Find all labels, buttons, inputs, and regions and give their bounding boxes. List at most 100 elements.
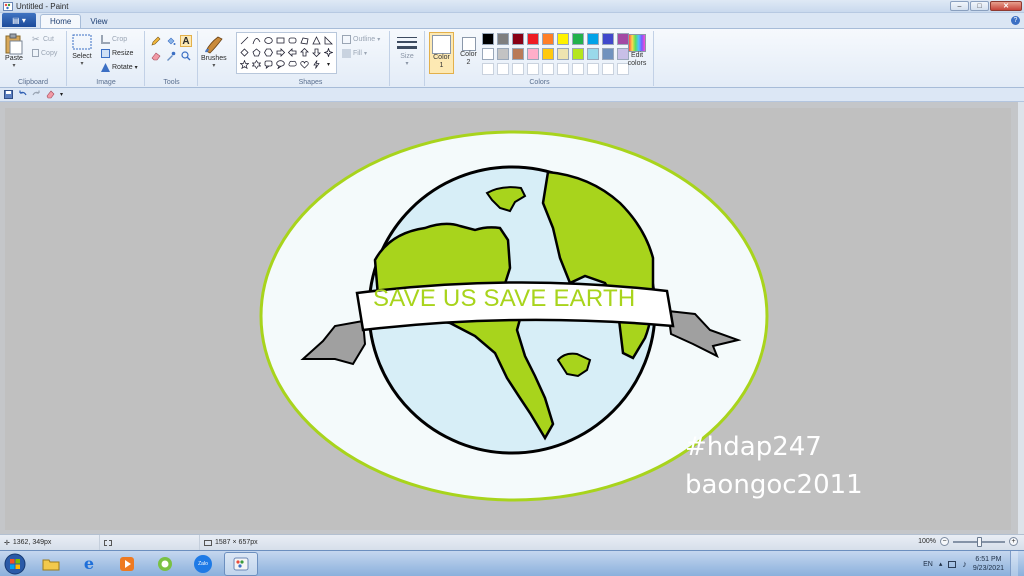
palette-swatch[interactable]: [557, 48, 569, 60]
palette-swatch[interactable]: [572, 63, 584, 75]
palette-swatch[interactable]: [542, 33, 554, 45]
palette-swatch[interactable]: [497, 33, 509, 45]
fill-dropdown-icon[interactable]: ▾: [364, 50, 367, 57]
oval-callout-shape[interactable]: [275, 58, 286, 70]
minimize-button[interactable]: –: [950, 1, 969, 11]
tab-view[interactable]: View: [81, 14, 116, 28]
palette-swatch[interactable]: [482, 48, 494, 60]
cloud-callout-shape[interactable]: [287, 58, 298, 70]
up-arrow-shape[interactable]: [299, 46, 310, 58]
taskbar-ie[interactable]: e: [72, 552, 106, 576]
palette-swatch[interactable]: [527, 48, 539, 60]
palette-swatch[interactable]: [587, 33, 599, 45]
hexagon-shape[interactable]: [263, 46, 274, 58]
outline-dropdown-icon[interactable]: ▾: [377, 36, 380, 43]
color2-button[interactable]: Color 2: [456, 32, 481, 74]
rectangle-shape[interactable]: [275, 34, 286, 46]
curve-shape[interactable]: [251, 34, 262, 46]
palette-swatch[interactable]: [542, 63, 554, 75]
down-arrow-shape[interactable]: [311, 46, 322, 58]
right-arrow-shape[interactable]: [275, 46, 286, 58]
size-button[interactable]: Size ▾: [396, 35, 418, 67]
zoom-in-button[interactable]: +: [1009, 537, 1018, 546]
palette-swatch[interactable]: [602, 63, 614, 75]
palette-swatch[interactable]: [527, 63, 539, 75]
select-dropdown-icon[interactable]: ▾: [80, 60, 83, 67]
copy-button[interactable]: Copy: [32, 49, 57, 57]
magnifier-tool[interactable]: [180, 50, 192, 62]
volume-icon[interactable]: ♪: [962, 559, 967, 569]
four-point-star-shape[interactable]: [323, 46, 334, 58]
taskbar-zalo[interactable]: Zalo: [186, 552, 220, 576]
palette-swatch[interactable]: [542, 48, 554, 60]
palette-swatch[interactable]: [602, 33, 614, 45]
vertical-scrollbar[interactable]: [1018, 102, 1024, 534]
maximize-button[interactable]: □: [970, 1, 989, 11]
show-desktop-button[interactable]: [1010, 551, 1018, 576]
zoom-out-button[interactable]: −: [940, 537, 949, 546]
rotate-button[interactable]: Rotate ▾: [101, 63, 138, 72]
diamond-shape[interactable]: [239, 46, 250, 58]
palette-swatch[interactable]: [557, 33, 569, 45]
color-picker-tool[interactable]: [165, 50, 177, 62]
shapes-more-button[interactable]: ▾: [323, 58, 334, 70]
tab-home[interactable]: Home: [40, 14, 82, 28]
triangle-shape[interactable]: [311, 34, 322, 46]
polygon-shape[interactable]: [299, 34, 310, 46]
palette-swatch[interactable]: [497, 63, 509, 75]
palette-swatch[interactable]: [512, 33, 524, 45]
clock[interactable]: 6:51 PM 9/23/2021: [973, 555, 1004, 573]
eraser-quick-icon[interactable]: [46, 90, 55, 99]
crop-button[interactable]: Crop: [101, 35, 127, 44]
size-dropdown-icon[interactable]: ▾: [405, 60, 408, 67]
paste-button[interactable]: Paste ▾: [4, 33, 24, 69]
palette-swatch[interactable]: [587, 48, 599, 60]
pencil-tool[interactable]: [150, 35, 162, 47]
oval-shape[interactable]: [263, 34, 274, 46]
left-arrow-shape[interactable]: [287, 46, 298, 58]
close-button[interactable]: ✕: [990, 1, 1022, 11]
palette-swatch[interactable]: [572, 48, 584, 60]
rounded-callout-shape[interactable]: [263, 58, 274, 70]
palette-swatch[interactable]: [482, 63, 494, 75]
palette-swatch[interactable]: [512, 63, 524, 75]
start-button[interactable]: [0, 551, 30, 576]
outline-button[interactable]: Outline ▾: [342, 35, 380, 44]
text-tool[interactable]: A: [180, 35, 192, 47]
help-icon[interactable]: ?: [1011, 16, 1020, 25]
customize-qat-icon[interactable]: ▾: [60, 91, 63, 98]
rounded-rectangle-shape[interactable]: [287, 34, 298, 46]
network-icon[interactable]: [948, 560, 957, 568]
lightning-shape[interactable]: [311, 58, 322, 70]
palette-swatch[interactable]: [602, 48, 614, 60]
brushes-button[interactable]: Brushes ▾: [201, 33, 227, 69]
taskbar-paint[interactable]: [224, 551, 258, 576]
paste-dropdown-icon[interactable]: ▾: [12, 62, 15, 69]
palette-swatch[interactable]: [512, 48, 524, 60]
palette-swatch[interactable]: [557, 63, 569, 75]
redo-icon[interactable]: [32, 90, 41, 99]
select-button[interactable]: Select ▾: [72, 33, 92, 67]
fill-button[interactable]: Fill ▾: [342, 49, 367, 58]
pentagon-shape[interactable]: [251, 46, 262, 58]
language-indicator[interactable]: EN: [923, 561, 933, 568]
edit-colors-button[interactable]: Edit colors: [624, 34, 650, 68]
undo-icon[interactable]: [18, 90, 27, 99]
rotate-dropdown-icon[interactable]: ▾: [135, 64, 138, 71]
six-point-star-shape[interactable]: [251, 58, 262, 70]
file-menu-button[interactable]: ▤ ▾: [2, 13, 36, 27]
cut-button[interactable]: ✂ Cut: [32, 35, 54, 44]
palette-swatch[interactable]: [587, 63, 599, 75]
right-triangle-shape[interactable]: [323, 34, 334, 46]
brushes-dropdown-icon[interactable]: ▾: [212, 62, 215, 69]
fill-tool[interactable]: [165, 35, 177, 47]
save-icon[interactable]: [4, 90, 13, 99]
taskbar-media[interactable]: [110, 552, 144, 576]
taskbar-explorer[interactable]: [34, 552, 68, 576]
drawing-canvas[interactable]: [5, 108, 1011, 530]
palette-swatch[interactable]: [497, 48, 509, 60]
tray-expand-icon[interactable]: ▴: [939, 560, 943, 568]
line-shape[interactable]: [239, 34, 250, 46]
palette-swatch[interactable]: [527, 33, 539, 45]
palette-swatch[interactable]: [482, 33, 494, 45]
